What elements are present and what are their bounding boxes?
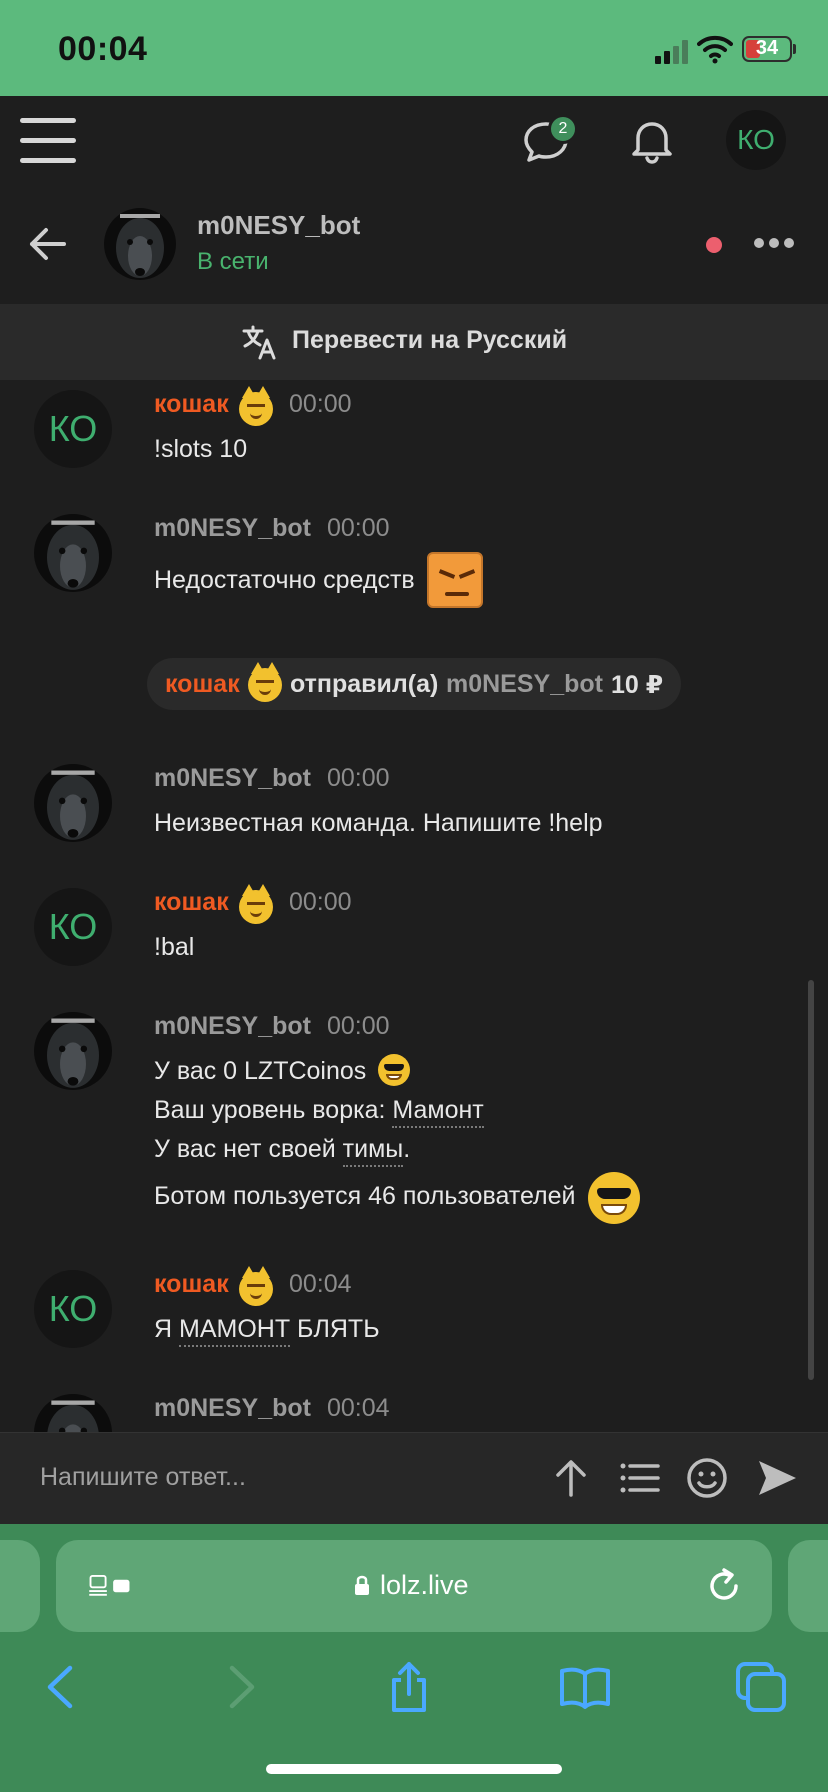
recording-dot-icon xyxy=(706,237,722,253)
back-icon[interactable] xyxy=(36,1660,90,1714)
transfer-amount: 10 ₽ xyxy=(611,671,664,699)
top-navigation: 2 КО xyxy=(0,96,828,186)
battery-icon: 34 xyxy=(742,36,792,62)
text-prefix: У вас нет своей xyxy=(154,1135,343,1163)
cat-emoji-icon xyxy=(239,386,273,426)
address-bar[interactable]: lolz.live xyxy=(56,1540,772,1632)
transfer-notice: кошак отправил(а) m0NESY_bot 10 ₽ xyxy=(147,658,681,710)
message-text: !slots 10 xyxy=(154,435,248,463)
home-indicator[interactable] xyxy=(266,1764,562,1774)
translate-icon xyxy=(242,325,276,360)
back-arrow-icon[interactable] xyxy=(28,224,68,264)
author-avatar[interactable]: КО xyxy=(34,390,112,468)
share-icon[interactable] xyxy=(382,1660,436,1714)
author-avatar[interactable] xyxy=(34,764,112,842)
cellular-signal-icon xyxy=(655,40,689,64)
bookmarks-icon[interactable] xyxy=(558,1660,612,1714)
url-text[interactable]: lolz.live xyxy=(380,1570,469,1601)
author-avatar[interactable] xyxy=(34,1012,112,1090)
message-time: 00:00 xyxy=(289,888,352,916)
list-icon[interactable] xyxy=(618,1457,660,1499)
message-time: 00:04 xyxy=(289,1270,352,1298)
translate-bar[interactable]: Перевести на Русский xyxy=(0,304,828,380)
previous-tab[interactable] xyxy=(0,1540,40,1632)
reload-icon[interactable] xyxy=(702,1564,746,1608)
message-text-line: У вас 0 LZTCoinos xyxy=(154,1057,367,1085)
author-avatar[interactable]: КО xyxy=(34,1270,112,1348)
message-text: !bal xyxy=(154,933,195,961)
status-time: 00:04 xyxy=(58,30,148,68)
message-author[interactable]: m0NESY_bot xyxy=(154,1394,311,1423)
message-text: Я МАМОНТ БЛЯТЬ xyxy=(154,1315,380,1347)
wifi-icon xyxy=(697,35,733,64)
user-avatar[interactable]: КО xyxy=(726,110,786,170)
message-time: 00:00 xyxy=(327,514,390,542)
send-icon[interactable] xyxy=(756,1457,798,1499)
message-author[interactable]: m0NESY_bot xyxy=(154,514,311,543)
cat-emoji-icon xyxy=(239,884,273,924)
cat-emoji-icon xyxy=(239,1266,273,1306)
next-tab[interactable] xyxy=(788,1540,828,1632)
bot-avatar[interactable] xyxy=(104,208,176,280)
angry-face-emoji-icon xyxy=(427,552,483,608)
notifications-bell-icon[interactable] xyxy=(624,112,680,168)
scrollbar[interactable] xyxy=(808,980,814,1380)
inline-link[interactable]: Мамонт xyxy=(392,1096,484,1128)
battery-level: 34 xyxy=(755,37,779,59)
sunglasses-emoji-icon xyxy=(378,1054,410,1086)
conversation-name[interactable]: m0NESY_bot xyxy=(197,210,360,241)
message-author[interactable]: кошак xyxy=(154,390,229,419)
message-time: 00:00 xyxy=(327,764,390,792)
message-author[interactable]: кошак xyxy=(154,1270,229,1299)
online-status: В сети xyxy=(197,248,269,275)
translate-label: Перевести на Русский xyxy=(292,326,568,354)
text-suffix: . xyxy=(403,1135,411,1163)
author-avatar[interactable] xyxy=(34,514,112,592)
transfer-action: отправил(а) xyxy=(290,670,439,698)
upload-arrow-icon[interactable] xyxy=(550,1457,592,1499)
conversation-header: m0NESY_bot В сети xyxy=(0,186,828,304)
menu-icon[interactable] xyxy=(20,116,76,164)
more-options-icon[interactable] xyxy=(754,238,794,250)
message-text-line: Ваш уровень ворка: Мамонт xyxy=(154,1096,484,1128)
message-time: 00:00 xyxy=(289,390,352,418)
message-text: Недостаточно средств xyxy=(154,566,415,594)
message-time: 00:04 xyxy=(327,1394,390,1422)
text-suffix: БЛЯТЬ xyxy=(290,1315,380,1343)
inline-link[interactable]: МАМОНТ xyxy=(179,1315,291,1347)
tabs-icon[interactable] xyxy=(734,1660,788,1714)
status-bar: 00:04 34 xyxy=(0,0,828,96)
forward-icon[interactable] xyxy=(212,1660,266,1714)
transfer-recipient[interactable]: m0NESY_bot xyxy=(446,670,603,699)
message-text-line: У вас нет своей тимы. xyxy=(154,1135,411,1167)
emoji-picker-icon[interactable] xyxy=(686,1457,728,1499)
reply-input[interactable]: Напишите ответ... xyxy=(40,1463,246,1492)
browser-chrome: lolz.live xyxy=(0,1524,828,1792)
reply-composer: Напишите ответ... xyxy=(0,1432,828,1524)
lock-icon xyxy=(355,1575,369,1595)
message-text-line: Ботом пользуется 46 пользователей xyxy=(154,1182,576,1210)
text-prefix: Я xyxy=(154,1315,179,1343)
message-text: Неизвестная команда. Напишите !help xyxy=(154,809,603,837)
sunglasses-emoji-icon xyxy=(588,1172,640,1224)
inline-link[interactable]: тимы xyxy=(342,1135,404,1167)
message-list[interactable]: КО кошак 00:00 !slots 10 m0NESY_bot 00:0… xyxy=(0,380,828,1432)
author-avatar[interactable] xyxy=(34,1394,112,1432)
message-time: 00:00 xyxy=(327,1012,390,1040)
cat-emoji-icon xyxy=(248,662,282,702)
conversations-badge: 2 xyxy=(548,114,578,144)
transfer-sender[interactable]: кошак xyxy=(165,670,240,699)
page-menu-icon[interactable] xyxy=(88,1564,132,1608)
text-prefix: Ваш уровень ворка: xyxy=(154,1096,393,1124)
message-author[interactable]: m0NESY_bot xyxy=(154,1012,311,1041)
author-avatar[interactable]: КО xyxy=(34,888,112,966)
message-author[interactable]: m0NESY_bot xyxy=(154,764,311,793)
message-author[interactable]: кошак xyxy=(154,888,229,917)
